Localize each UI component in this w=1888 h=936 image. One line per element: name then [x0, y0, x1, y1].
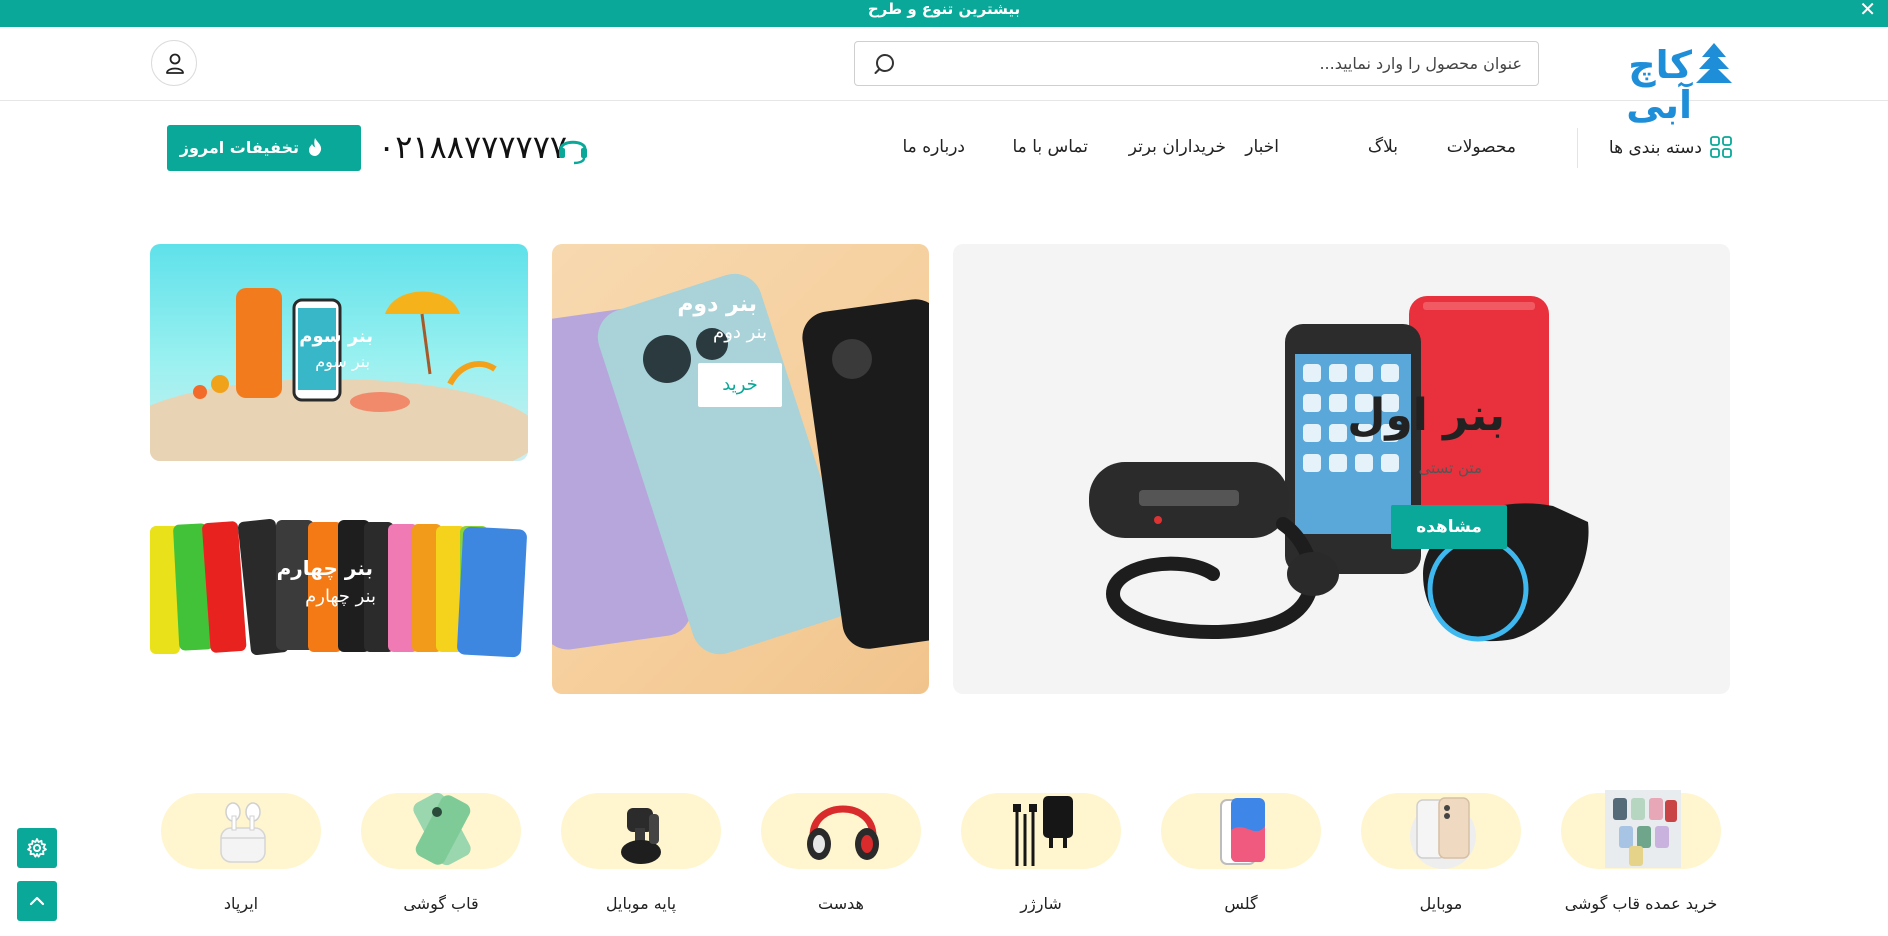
category-label: ایرپاد [223, 894, 259, 913]
banner-third-title: بنر سوم [299, 326, 373, 347]
grid-icon [1710, 136, 1732, 158]
category-label: هدست [818, 894, 864, 913]
todays-deals-button[interactable]: تخفیفات امروز [167, 125, 361, 171]
category-label: قاب گوشی [403, 894, 479, 913]
category-item-mobile[interactable]: موبایل [1361, 790, 1521, 936]
category-label: پایه موبایل [605, 894, 677, 913]
banner-second-buy-button[interactable]: خرید [698, 363, 782, 407]
logo-tree-icon [1696, 43, 1732, 83]
mobile-phone-icon [1410, 797, 1476, 869]
gear-icon [27, 838, 47, 858]
phone-holder-icon [621, 808, 661, 864]
headset-product-icon [807, 805, 879, 860]
airpods-icon [220, 802, 266, 863]
search-icon[interactable] [873, 52, 897, 76]
support-phone[interactable]: ۰۲۱۸۸۷۷۷۷۷۷ [378, 125, 590, 169]
banner-third-subtitle: بنر سوم [315, 352, 370, 371]
phone-accessories-image [1089, 296, 1589, 642]
category-item-headset[interactable]: هدست [761, 790, 921, 936]
deals-label: تخفیفات امروز [179, 138, 299, 157]
banner-fourth[interactable]: بنر چهارم بنر چهارم [150, 484, 528, 694]
nav-link-news[interactable]: اخبار [1245, 137, 1279, 157]
category-label: خرید عمده قاب گوشی [1564, 894, 1718, 913]
announcement-bar: بیشترین تنوع و طرح ✕ [0, 0, 1888, 27]
category-item-charger[interactable]: شارژر [961, 790, 1121, 936]
main-nav: دسته بندی ها محصولات بلاگ اخبار خریداران… [0, 101, 1888, 193]
nav-link-about[interactable]: درباره ما [903, 137, 966, 157]
screen-glass-icon [1220, 798, 1265, 865]
banner-first-subtitle: متن تستی [1418, 459, 1482, 477]
nav-link-products[interactable]: محصولات [1447, 137, 1516, 157]
category-item-wholesale-cases[interactable]: خرید عمده قاب گوشی [1561, 790, 1721, 936]
settings-button[interactable] [17, 828, 57, 868]
category-item-phone-holder[interactable]: پایه موبایل [561, 790, 721, 936]
nav-link-top-buyers[interactable]: خریداران برتر [1129, 137, 1226, 157]
search-box [854, 41, 1539, 86]
category-item-phone-case[interactable]: قاب گوشی [361, 790, 521, 936]
headset-icon [559, 140, 587, 165]
category-strip: خرید عمده قاب گوشی موبایل گلس شارژر هدست… [0, 790, 1888, 936]
banner-second[interactable]: بنر دوم بنر دوم خرید [552, 244, 929, 694]
charger-icon [1013, 796, 1073, 866]
nav-link-contact[interactable]: تماس با ما [1013, 137, 1089, 157]
category-item-airpods[interactable]: ایرپاد [161, 790, 321, 936]
site-logo[interactable]: کاچ آبی [1566, 41, 1732, 125]
scroll-to-top-button[interactable] [17, 881, 57, 921]
user-account-button[interactable] [151, 40, 197, 86]
category-label: موبایل [1419, 894, 1463, 913]
category-label: شارژر [1020, 894, 1062, 913]
announcement-text: بیشترین تنوع و طرح [867, 0, 1021, 18]
nav-divider [1577, 128, 1578, 168]
banner-first[interactable]: بنر اول متن تستی مشاهده [953, 244, 1730, 694]
banner-fourth-subtitle: بنر چهارم [305, 586, 376, 607]
close-icon[interactable]: ✕ [1859, 0, 1876, 19]
categories-label: دسته بندی ها [1608, 138, 1702, 158]
banner-second-title: بنر دوم [677, 292, 757, 317]
chevron-up-icon [29, 896, 45, 906]
search-input[interactable] [922, 42, 1522, 85]
category-item-glass[interactable]: گلس [1161, 790, 1321, 936]
site-header: کاچ آبی [0, 27, 1888, 125]
banner-third[interactable]: بنر سوم بنر سوم [150, 244, 528, 461]
category-label: گلس [1224, 894, 1258, 913]
banner-first-view-button[interactable]: مشاهده [1391, 505, 1507, 549]
banner-first-title: بنر اول [1347, 390, 1505, 441]
phone-cases-wholesale-icon [1605, 790, 1681, 868]
user-icon [166, 53, 184, 74]
phone-case-icon [413, 792, 471, 866]
banner-fourth-title: بنر چهارم [276, 556, 373, 580]
categories-menu[interactable]: دسته بندی ها [1608, 134, 1732, 162]
banner-second-subtitle: بنر دوم [713, 322, 767, 343]
phone-number: ۰۲۱۸۸۷۷۷۷۷۷ [378, 128, 568, 166]
nav-link-blog[interactable]: بلاگ [1368, 137, 1398, 157]
fire-icon [309, 138, 322, 156]
